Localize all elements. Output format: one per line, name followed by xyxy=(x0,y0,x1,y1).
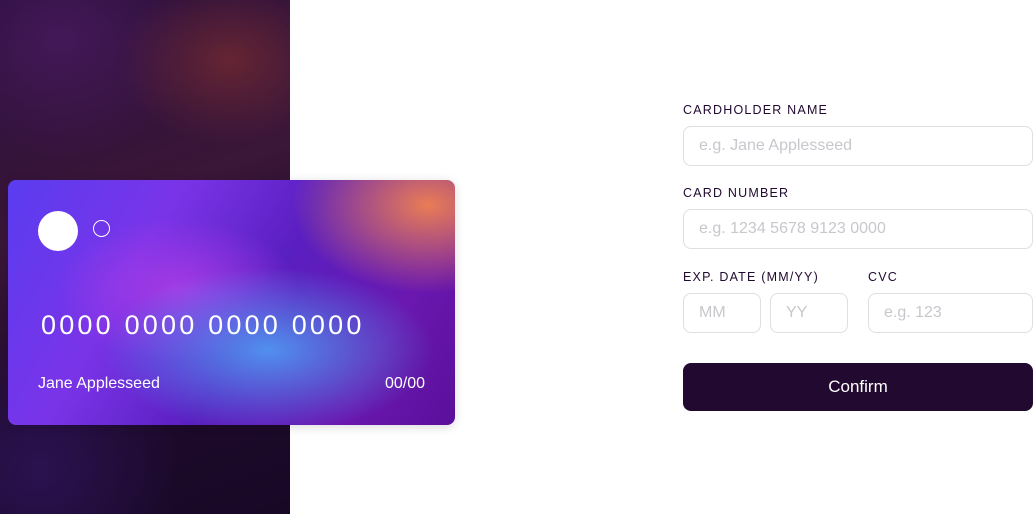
cvc-input[interactable] xyxy=(868,293,1033,333)
exp-date-label: EXP. DATE (MM/YY) xyxy=(683,270,819,284)
confirm-button[interactable]: Confirm xyxy=(683,363,1033,411)
exp-year-input[interactable] xyxy=(770,293,848,333)
cvc-label: CVC xyxy=(868,270,898,284)
card-logo-circle-large xyxy=(38,211,78,251)
exp-month-input[interactable] xyxy=(683,293,761,333)
card-expiry-display: 00/00 xyxy=(384,375,425,392)
cardholder-name-label: CARDHOLDER NAME xyxy=(683,103,829,117)
cardholder-name-display: Jane Applesseed xyxy=(38,375,160,392)
cardholder-name-input[interactable] xyxy=(683,126,1033,166)
card-number-label: CARD NUMBER xyxy=(683,186,790,200)
card-front-preview: 0000 0000 0000 0000 Jane Applesseed 00/0… xyxy=(8,180,455,425)
card-number-display: 0000 0000 0000 0000 xyxy=(41,310,365,340)
card-logo-circle-small xyxy=(93,220,110,237)
card-number-input[interactable] xyxy=(683,209,1033,249)
